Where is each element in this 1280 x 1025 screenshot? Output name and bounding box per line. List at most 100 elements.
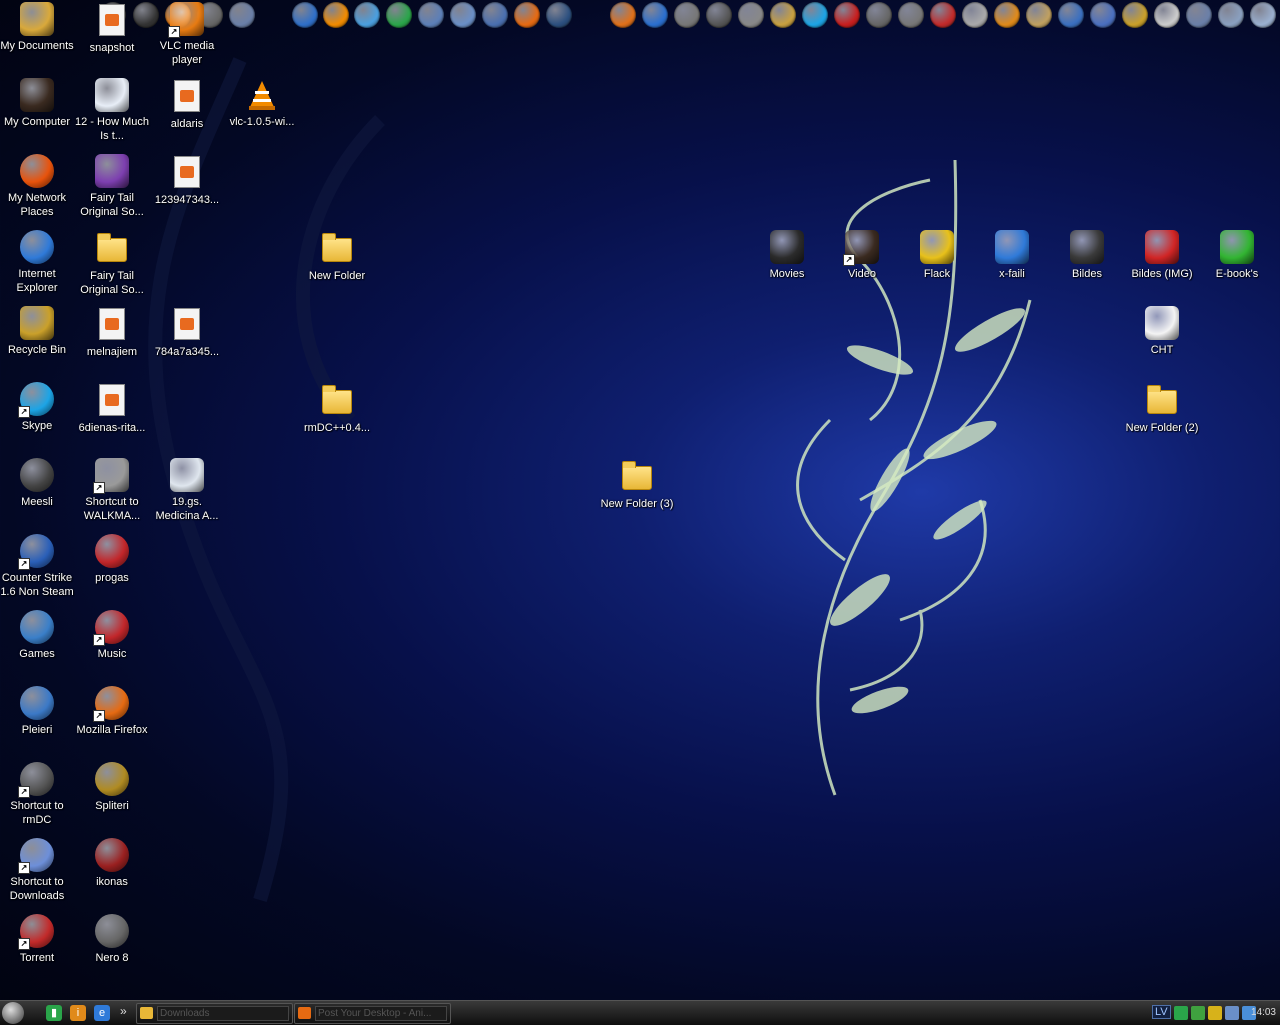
green-app-icon[interactable] bbox=[386, 2, 412, 28]
wrench-icon[interactable] bbox=[1026, 2, 1052, 28]
desktop-icon-cht[interactable]: CHT bbox=[1124, 306, 1200, 357]
desktop-icon-flack[interactable]: Flack bbox=[899, 230, 975, 281]
desktop-icon-fairy-tail-original-so[interactable]: Fairy Tail Original So... bbox=[74, 230, 150, 297]
shortcut-arrow-icon: ↗ bbox=[18, 938, 30, 950]
document-icon bbox=[99, 384, 125, 416]
desktop-icon-label: New Folder (2) bbox=[1125, 422, 1199, 434]
desktop-icon-e-book-s[interactable]: E-book's bbox=[1199, 230, 1275, 281]
reel-icon[interactable] bbox=[738, 2, 764, 28]
desktop-icon-new-folder-3[interactable]: New Folder (3) bbox=[599, 458, 675, 511]
desktop-icon-bildes-img[interactable]: Bildes (IMG) bbox=[1124, 230, 1200, 281]
desktop-icon-new-folder[interactable]: New Folder bbox=[299, 230, 375, 283]
progas-icon bbox=[95, 534, 129, 568]
messenger-icon[interactable] bbox=[354, 2, 380, 28]
notepad-icon[interactable] bbox=[1218, 2, 1244, 28]
firefox-icon[interactable] bbox=[514, 2, 540, 28]
start-button[interactable] bbox=[2, 1002, 24, 1024]
desktop-icon-snapshot[interactable]: snapshot bbox=[74, 2, 150, 55]
info-launch-icon[interactable]: i bbox=[70, 1005, 86, 1021]
tray-network-icon[interactable] bbox=[1225, 1006, 1239, 1020]
desktop-icon-internet-explorer[interactable]: Internet Explorer bbox=[0, 230, 75, 295]
desktop-icon-784a7a345[interactable]: 784a7a345... bbox=[149, 306, 225, 359]
desktop-icon-12-how-much-is-t[interactable]: 12 - How Much Is t... bbox=[74, 78, 150, 143]
desktop-icon-label: Spliteri bbox=[95, 800, 129, 812]
desktop-icon-movies[interactable]: Movies bbox=[749, 230, 825, 281]
desktop-icon-rmdc-0-4[interactable]: rmDC++0.4... bbox=[299, 382, 375, 435]
gear-icon[interactable] bbox=[866, 2, 892, 28]
desktop-icon-vlc-1-0-5-wi[interactable]: vlc-1.0.5-wi... bbox=[224, 78, 300, 129]
terminal-icon[interactable] bbox=[546, 2, 572, 28]
vlc-cone-icon[interactable] bbox=[323, 2, 349, 28]
desktop-icon-label: Shortcut to Downloads bbox=[9, 876, 65, 902]
desktop-icon-new-folder-2[interactable]: New Folder (2) bbox=[1124, 382, 1200, 435]
desktop-icon-123947343[interactable]: 123947343... bbox=[149, 154, 225, 207]
tools2-icon[interactable] bbox=[229, 2, 255, 28]
desktop-icon-recycle-bin[interactable]: Recycle Bin bbox=[0, 306, 75, 357]
info-icon[interactable] bbox=[994, 2, 1020, 28]
brush-icon[interactable] bbox=[962, 2, 988, 28]
desktop-icon-mozilla-firefox[interactable]: ↗ Mozilla Firefox bbox=[74, 686, 150, 737]
desktop-icon-skype[interactable]: ↗ Skype bbox=[0, 382, 75, 433]
network-icon[interactable] bbox=[418, 2, 444, 28]
red-app-icon[interactable] bbox=[930, 2, 956, 28]
desktop-icon-my-documents[interactable]: My Documents bbox=[0, 2, 75, 53]
disc-icon[interactable] bbox=[674, 2, 700, 28]
desktop-icon-label: Bildes bbox=[1072, 268, 1102, 280]
desktop-icon-ikonas[interactable]: ikonas bbox=[74, 838, 150, 889]
desktop-icon-6dienas-rita[interactable]: 6dienas-rita... bbox=[74, 382, 150, 435]
green-launch-icon[interactable]: ▮ bbox=[46, 1005, 62, 1021]
clock[interactable]: 14:03 bbox=[1251, 1007, 1276, 1018]
desktop-icon-video[interactable]: ↗ Video bbox=[824, 230, 900, 281]
cd-icon[interactable] bbox=[706, 2, 732, 28]
desktop-icon-x-faili[interactable]: x-faili bbox=[974, 230, 1050, 281]
desktop-icon-meesli[interactable]: Meesli bbox=[0, 458, 75, 509]
desktop-icon-label: Games bbox=[19, 648, 55, 660]
desktop-icon-bildes[interactable]: Bildes bbox=[1049, 230, 1125, 281]
desktop-icon-spliteri[interactable]: Spliteri bbox=[74, 762, 150, 813]
quick-launch-more-button[interactable]: » bbox=[120, 1004, 127, 1018]
desktop-icon-my-computer[interactable]: My Computer bbox=[0, 78, 75, 129]
desktop-icon-vlc-media-player[interactable]: ↗ VLC media player bbox=[149, 2, 225, 67]
paint-icon[interactable] bbox=[770, 2, 796, 28]
desktop-icon-label: Video bbox=[848, 268, 876, 280]
folder-icon bbox=[1147, 385, 1177, 414]
tray-utorrent-icon[interactable] bbox=[1191, 1006, 1205, 1020]
system-icon[interactable] bbox=[1058, 2, 1084, 28]
task-firefox[interactable]: Post Your Desktop - Ani... bbox=[294, 1003, 451, 1024]
clock-icon[interactable] bbox=[1154, 2, 1180, 28]
desktop-icon-games[interactable]: Games bbox=[0, 610, 75, 661]
desktop-icon-counter-strike-1-6-non-steam[interactable]: ↗ Counter Strike 1.6 Non Steam bbox=[0, 534, 75, 599]
desktop-icon-pleieri[interactable]: Pleieri bbox=[0, 686, 75, 737]
folder2-icon[interactable] bbox=[1250, 2, 1276, 28]
play-icon[interactable] bbox=[292, 2, 318, 28]
network2-icon[interactable] bbox=[1090, 2, 1116, 28]
gold-app-icon[interactable] bbox=[1122, 2, 1148, 28]
desktop-icon-melnajiem[interactable]: melnajiem bbox=[74, 306, 150, 359]
tray-shield-icon[interactable] bbox=[1208, 1006, 1222, 1020]
desktop-icon-shortcut-to-downloads[interactable]: ↗ Shortcut to Downloads bbox=[0, 838, 75, 903]
desktop-icon-progas[interactable]: progas bbox=[74, 534, 150, 585]
skype-icon[interactable] bbox=[802, 2, 828, 28]
ie-launch-icon[interactable]: e bbox=[94, 1005, 110, 1021]
desktop-icon-music[interactable]: ↗ Music bbox=[74, 610, 150, 661]
desktop-icon-aldaris[interactable]: aldaris bbox=[149, 78, 225, 131]
pdf-icon[interactable] bbox=[834, 2, 860, 28]
task-downloads[interactable]: Downloads bbox=[136, 1003, 293, 1024]
desktop-icon-torrent[interactable]: ↗ Torrent bbox=[0, 914, 75, 965]
settings-icon[interactable] bbox=[450, 2, 476, 28]
half-life-icon[interactable] bbox=[610, 2, 636, 28]
desktop-icon-nero-8[interactable]: Nero 8 bbox=[74, 914, 150, 965]
desktop-icon-shortcut-to-walkma[interactable]: ↗ Shortcut to WALKMA... bbox=[74, 458, 150, 523]
desktop-icon-fairy-tail-original-so[interactable]: Fairy Tail Original So... bbox=[74, 154, 150, 219]
s-app-icon[interactable] bbox=[642, 2, 668, 28]
tray-app-icon[interactable] bbox=[1186, 2, 1212, 28]
vlc-media-player-icon: ↗ bbox=[168, 2, 204, 38]
desktop-icon-label: My Documents bbox=[0, 40, 74, 52]
desktop-icon-19-gs-medicina-a[interactable]: 19.gs. Medicina A... bbox=[149, 458, 225, 523]
desktop-icon-shortcut-to-rmdc[interactable]: ↗ Shortcut to rmDC bbox=[0, 762, 75, 827]
search-icon[interactable] bbox=[482, 2, 508, 28]
tray-green-icon[interactable] bbox=[1174, 1006, 1188, 1020]
language-indicator[interactable]: LV bbox=[1152, 1005, 1171, 1019]
desktop-icon-my-network-places[interactable]: My Network Places bbox=[0, 154, 75, 219]
cog-icon[interactable] bbox=[898, 2, 924, 28]
